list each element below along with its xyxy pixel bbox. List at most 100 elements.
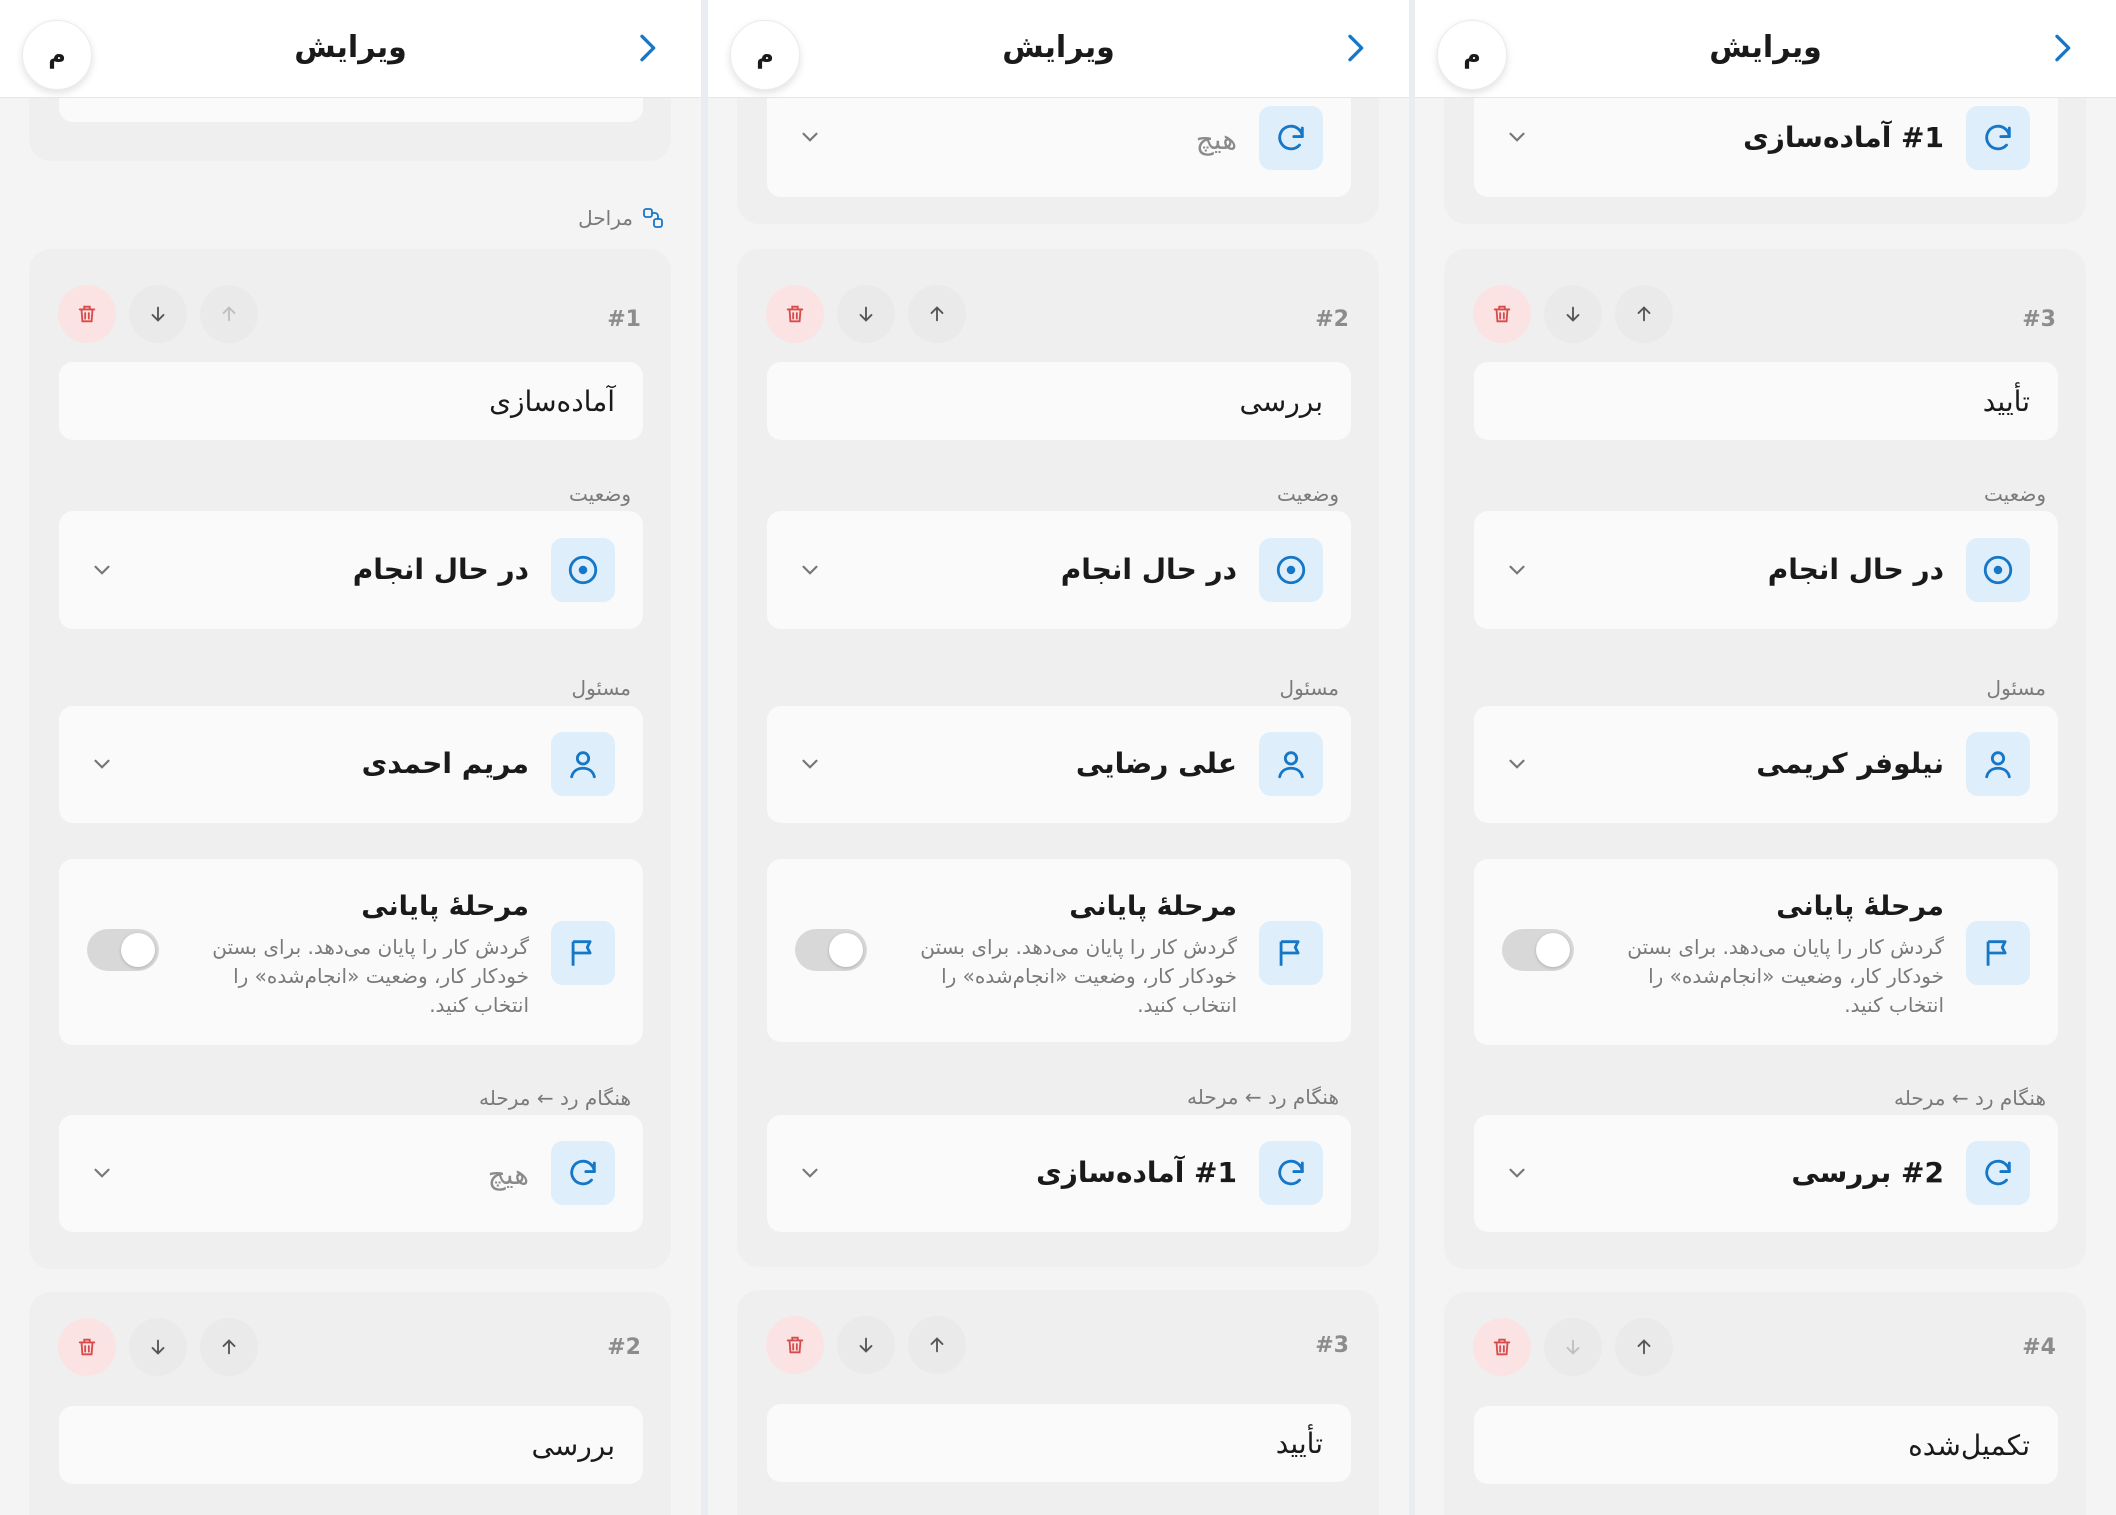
chevron-down-icon — [797, 1160, 823, 1186]
delete-step-button[interactable] — [766, 285, 824, 343]
arrow-down-icon — [1566, 1339, 1580, 1355]
assignee-select[interactable]: نیلوفر کریمی — [1474, 706, 2058, 823]
arrow-up-icon — [1637, 306, 1651, 322]
step-name-input[interactable]: آماده‌سازی — [59, 362, 643, 440]
step-name-input[interactable]: بررسی — [59, 1406, 643, 1484]
step-number: #1 — [607, 307, 641, 332]
reject-icon-box — [1966, 106, 2030, 170]
steps-icon — [643, 208, 663, 228]
reject-target-value: هیچ — [1195, 123, 1237, 156]
status-select[interactable]: در حال انجام — [59, 511, 643, 629]
reject-target-select[interactable]: #2 بررسی — [1474, 1115, 2058, 1232]
move-up-button[interactable] — [908, 1316, 966, 1374]
assignee-select[interactable]: مریم احمدی — [59, 706, 643, 823]
status-icon-box — [1259, 538, 1323, 602]
assignee-icon-box — [1259, 732, 1323, 796]
flag-icon — [571, 940, 592, 966]
move-down-button[interactable] — [129, 1318, 187, 1376]
status-label: وضعیت — [1984, 482, 2046, 506]
terminal-title: مرحلهٔ پایانی — [1069, 891, 1237, 922]
step-card: #1 آماده‌سازی وضعیت در حال انجام — [29, 249, 671, 1269]
delete-step-button[interactable] — [58, 1318, 116, 1376]
move-down-button[interactable] — [837, 1316, 895, 1374]
status-icon-box — [1966, 538, 2030, 602]
status-icon-box — [551, 538, 615, 602]
trash-icon — [78, 305, 96, 323]
chevron-down-icon — [1504, 124, 1530, 150]
terminal-toggle[interactable] — [795, 929, 867, 971]
chevron-down-icon — [89, 557, 115, 583]
assignee-value: نیلوفر کریمی — [1756, 747, 1944, 780]
screen-1: ویرایش م مراحل #1 آماده‌سازی وض — [0, 0, 701, 1515]
move-down-button[interactable] — [837, 285, 895, 343]
user-icon — [570, 751, 596, 779]
step-name-input[interactable]: تکمیل‌شده — [1474, 1406, 2058, 1484]
reject-icon-box — [1966, 1141, 2030, 1205]
step-card-next: #2 بررسی — [29, 1292, 671, 1515]
delete-step-button[interactable] — [766, 1316, 824, 1374]
arrow-up-icon — [930, 306, 944, 322]
page-title: ویرایش — [1709, 30, 1822, 65]
avatar[interactable]: م — [730, 20, 800, 90]
chevron-down-icon — [89, 751, 115, 777]
move-up-button[interactable] — [200, 1318, 258, 1376]
chevron-down-icon — [1504, 1160, 1530, 1186]
on-reject-label: هنگام رد ← مرحله — [1894, 1086, 2046, 1110]
step-name-value: تأیید — [1275, 1426, 1323, 1460]
on-reject-label: هنگام رد ← مرحله — [1187, 1085, 1339, 1109]
terminal-step-row: مرحلهٔ پایانی گردش کار را پایان می‌دهد. … — [1474, 859, 2058, 1045]
chevron-down-icon — [797, 751, 823, 777]
trash-icon — [786, 305, 804, 323]
reject-icon-box — [1259, 106, 1323, 170]
delete-step-button[interactable] — [1473, 1318, 1531, 1376]
reject-target-value: #1 آماده‌سازی — [1743, 121, 1944, 154]
arrow-down-icon — [1566, 306, 1580, 322]
move-up-button[interactable] — [1615, 285, 1673, 343]
step-number: #2 — [607, 1335, 641, 1360]
terminal-description: گردش کار را پایان می‌دهد. برای بستن خودک… — [212, 935, 529, 1017]
arrow-down-icon — [151, 306, 165, 322]
trash-icon — [1493, 1338, 1511, 1356]
step-name-input[interactable]: تأیید — [1474, 362, 2058, 440]
move-down-button[interactable] — [1544, 285, 1602, 343]
screen-3: ویرایش م #1 آماده‌سازی #3 — [1415, 0, 2116, 1515]
redo-arrow-icon — [1278, 1159, 1304, 1186]
app-bar: ویرایش م — [0, 0, 701, 98]
redo-arrow-icon — [1985, 1159, 2011, 1186]
toggle-knob — [1536, 933, 1570, 967]
status-label: وضعیت — [1277, 482, 1339, 506]
move-down-button[interactable] — [1544, 1318, 1602, 1376]
assignee-select[interactable]: علی رضایی — [767, 706, 1351, 823]
delete-step-button[interactable] — [1473, 285, 1531, 343]
status-value: در حال انجام — [352, 553, 529, 586]
avatar[interactable]: م — [1437, 20, 1507, 90]
step-name-input[interactable]: بررسی — [767, 362, 1351, 440]
avatar[interactable]: م — [22, 20, 92, 90]
move-down-button[interactable] — [129, 285, 187, 343]
step-card: #3 تأیید وضعیت در حال انجام مسئول نیلوفر… — [1444, 249, 2086, 1269]
arrow-up-icon — [222, 306, 236, 322]
move-up-button[interactable] — [908, 285, 966, 343]
reject-icon-box — [1259, 1141, 1323, 1205]
terminal-step-row: مرحلهٔ پایانی گردش کار را پایان می‌دهد. … — [767, 859, 1351, 1042]
terminal-toggle[interactable] — [1502, 929, 1574, 971]
assignee-icon-box — [1966, 732, 2030, 796]
terminal-title: مرحلهٔ پایانی — [361, 891, 529, 922]
chevron-down-icon — [1504, 751, 1530, 777]
step-name-value: تأیید — [1982, 384, 2030, 418]
status-select[interactable]: در حال انجام — [1474, 511, 2058, 629]
status-select[interactable]: در حال انجام — [767, 511, 1351, 629]
move-up-button[interactable] — [200, 285, 258, 343]
step-card-next: #3 تأیید — [737, 1290, 1379, 1515]
reject-target-select[interactable]: هیچ — [59, 1115, 643, 1232]
step-number: #3 — [2022, 307, 2056, 332]
reject-target-select[interactable]: #1 آماده‌سازی — [767, 1115, 1351, 1232]
terminal-toggle[interactable] — [87, 929, 159, 971]
move-up-button[interactable] — [1615, 1318, 1673, 1376]
delete-step-button[interactable] — [58, 285, 116, 343]
step-number: #3 — [1315, 1333, 1349, 1358]
step-name-input[interactable]: تأیید — [767, 1404, 1351, 1482]
flag-icon — [1279, 940, 1300, 966]
reject-target-value: #1 آماده‌سازی — [1036, 1156, 1237, 1189]
arrow-up-icon — [1637, 1339, 1651, 1355]
